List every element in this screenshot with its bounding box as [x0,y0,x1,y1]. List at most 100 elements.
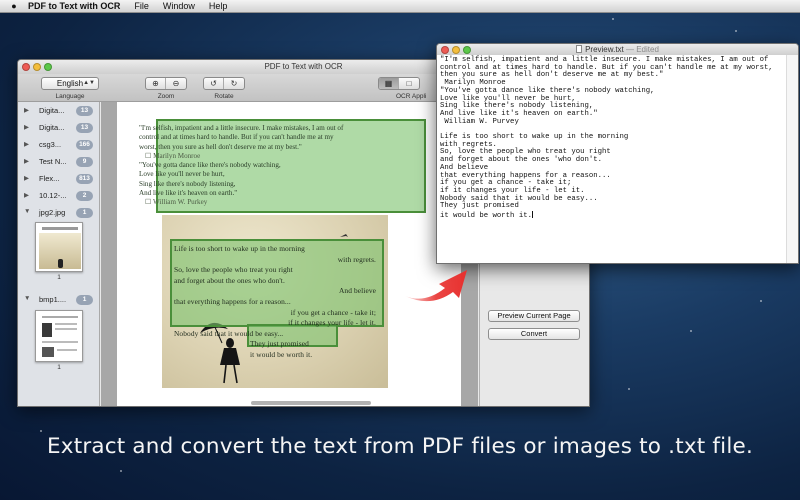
page-count-badge: 166 [76,140,93,150]
rotate-caption: Rotate [214,93,234,100]
language-select[interactable]: English ▲▼ [41,77,99,90]
horizontal-scrollbar[interactable] [251,401,371,405]
page-thumbnail[interactable] [35,222,83,272]
disclosure-triangle-icon[interactable]: ▶ [24,106,29,114]
ocr-caption: OCR Appli [396,93,427,100]
curved-arrow-icon [405,270,467,302]
thumb-title-line [42,227,78,230]
preview-current-page-button[interactable]: Preview Current Page [488,310,580,322]
sidebar-item[interactable]: ▼ bmp1.... 1 [18,293,100,307]
background-star [628,388,630,390]
poem-line: They just promised [250,339,309,349]
zoom-window-button[interactable] [44,63,52,71]
background-star [612,18,614,20]
disclosure-triangle-down-icon[interactable]: ▼ [24,295,30,302]
ocr-area-mode-button[interactable]: □ [399,78,419,89]
zoom-in-button[interactable]: ⊕ [146,78,166,89]
background-star [40,430,42,432]
background-star [690,330,692,332]
preview-text-content: "I'm selfish, impatient and a little ins… [440,56,773,221]
close-window-button[interactable] [441,45,449,54]
language-caption: Language [55,93,85,100]
page-count-badge: 813 [76,174,93,184]
quote-line: worst, then you sure as hell don't deser… [139,142,302,151]
sidebar-item-label: 10.12-... [39,191,67,200]
poem-line: And believe [338,286,376,296]
sidebar-item-label: csg3... [39,140,62,149]
menu-help[interactable]: Help [209,1,228,11]
poem-line: if it changes your life - let it. [288,318,376,328]
minimize-window-button[interactable] [452,45,460,54]
poem-line: and forget about the ones who don't. [174,275,285,285]
quote-author: ☐ William W. Purkey [145,198,208,207]
ocr-mode-control: ▦ □ [378,77,420,90]
preview-window-titlebar[interactable]: Preview.txt — Edited [437,44,798,55]
background-star [120,470,122,472]
page-thumbnail[interactable] [35,310,83,362]
disclosure-triangle-icon[interactable]: ▶ [24,157,29,165]
poem-line: So, love the people who treat you right [174,265,293,275]
zoom-out-icon: ⊖ [172,79,180,88]
ocr-block-quote-text: "I'm selfish, impatient and a little ins… [139,124,395,208]
poem-line: with regrets. [337,254,376,264]
sidebar-item[interactable]: ▶ Flex... 813 [18,172,100,186]
document-page[interactable]: "I'm selfish, impatient and a little ins… [117,102,461,406]
vertical-scrollbar[interactable] [786,55,798,263]
disclosure-triangle-icon[interactable]: ▶ [24,174,29,182]
select-area-icon: □ [406,79,412,88]
zoom-out-button[interactable]: ⊖ [166,78,186,89]
preview-window: Preview.txt — Edited "I'm selfish, impat… [436,43,799,264]
zoom-window-button[interactable] [463,45,471,54]
quote-line: "You've gotta dance like there's nobody … [139,161,281,170]
sidebar-item-label: Digita... [39,106,65,115]
zoom-in-icon: ⊕ [152,79,159,88]
poem-line: if you get a chance - take it; [290,307,376,317]
menu-file[interactable]: File [134,1,149,11]
minimize-window-button[interactable] [33,63,41,71]
thumbnail-page-number: 1 [57,274,61,281]
page-count-badge: 9 [76,157,93,167]
close-window-button[interactable] [22,63,30,71]
preview-text-editor[interactable]: "I'm selfish, impatient and a little ins… [440,56,780,221]
poem-line: that everything happens for a reason... [174,296,291,306]
page-count-badge: 1 [76,208,93,218]
disclosure-triangle-down-icon[interactable]: ▼ [24,208,30,215]
thumbnail-page-number: 1 [57,364,61,371]
thumb-text-line [42,341,78,343]
quote-line: Sing like there's nobody listening, [139,179,236,188]
quote-line: And live like it's heaven on earth." [139,189,238,198]
text-file-icon [576,45,583,53]
page-count-badge: 1 [76,295,93,305]
rotate-control: ↺ ↻ [203,77,245,90]
sidebar-item[interactable]: ▶ 10.12-... 2 [18,189,100,203]
poem-line: it would be worth it. [250,349,313,359]
edited-status: — Edited [626,45,659,54]
sidebar-item-label: Test N... [39,157,67,166]
disclosure-triangle-icon[interactable]: ▶ [24,191,29,199]
sidebar-item-label: jpg2.jpg [39,208,66,217]
thumb-text-line [57,349,77,351]
ocr-page-mode-button[interactable]: ▦ [379,78,399,89]
rotate-left-button[interactable]: ↺ [204,78,224,89]
disclosure-triangle-icon[interactable]: ▶ [24,123,29,131]
sidebar-item[interactable]: ▶ Test N... 9 [18,155,100,169]
apple-icon[interactable]: ● [0,1,28,11]
disclosure-triangle-icon[interactable]: ▶ [24,140,29,148]
convert-button[interactable]: Convert [488,328,580,340]
sidebar-item[interactable]: ▼ jpg2.jpg 1 [18,206,100,220]
menu-window[interactable]: Window [163,1,195,11]
marketing-caption: Extract and convert the text from PDF fi… [46,434,753,459]
sidebar-item[interactable]: ▶ Digita... 13 [18,121,100,135]
language-value: English [56,79,84,88]
document-view[interactable]: "I'm selfish, impatient and a little ins… [101,102,478,406]
page-count-badge: 13 [76,123,93,133]
menu-app-name[interactable]: PDF to Text with OCR [28,1,120,11]
thumb-phone [42,347,54,357]
thumb-figure [58,259,63,268]
thumb-title-line [42,316,78,318]
zoom-caption: Zoom [157,93,175,100]
rotate-right-button[interactable]: ↻ [224,78,244,89]
sidebar-item[interactable]: ▶ Digita... 13 [18,104,100,118]
sidebar-item[interactable]: ▶ csg3... 166 [18,138,100,152]
page-count-badge: 13 [76,106,93,116]
